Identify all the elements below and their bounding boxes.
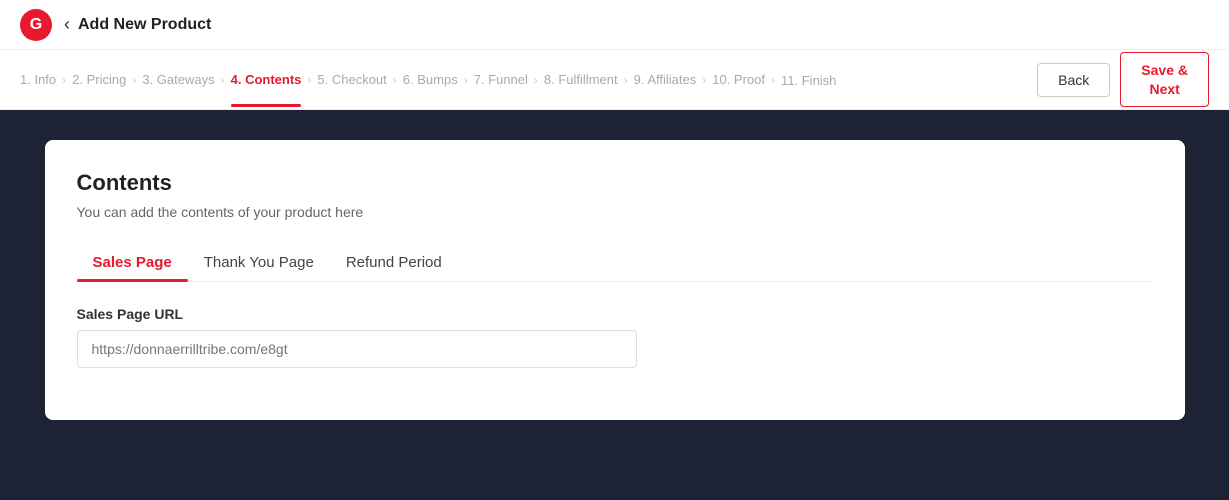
card-title: Contents (77, 170, 1153, 196)
steps-list: 1. Info › 2. Pricing › 3. Gateways › 4. … (20, 71, 836, 88)
chevron-icon-4: › (307, 73, 311, 87)
chevron-icon-2: › (132, 73, 136, 87)
step-gateways[interactable]: 3. Gateways (142, 72, 214, 87)
step-finish[interactable]: 11. Finish (781, 73, 836, 88)
chevron-icon-10: › (771, 73, 775, 87)
chevron-icon-5: › (393, 73, 397, 87)
step-nav-actions: Back Save &Next (1037, 52, 1209, 106)
main-content: Contents You can add the contents of you… (0, 110, 1229, 450)
step-proof[interactable]: 10. Proof (712, 72, 765, 87)
save-next-button[interactable]: Save &Next (1120, 52, 1209, 106)
step-affiliates[interactable]: 9. Affiliates (634, 72, 697, 87)
chevron-icon-6: › (464, 73, 468, 87)
logo-icon: G (20, 9, 52, 41)
back-arrow-icon[interactable]: ‹ (64, 14, 70, 35)
step-checkout[interactable]: 5. Checkout (317, 72, 386, 87)
chevron-icon-8: › (624, 73, 628, 87)
tab-refund-period[interactable]: Refund Period (330, 244, 458, 281)
page-title: Add New Product (78, 16, 211, 34)
step-pricing[interactable]: 2. Pricing (72, 72, 126, 87)
topbar: G ‹ Add New Product (0, 0, 1229, 50)
tab-sales-page[interactable]: Sales Page (77, 244, 188, 281)
field-label-sales-page-url: Sales Page URL (77, 306, 1153, 322)
chevron-icon-1: › (62, 73, 66, 87)
card-subtitle: You can add the contents of your product… (77, 204, 1153, 220)
sales-page-url-field: Sales Page URL (77, 306, 1153, 368)
chevron-icon-3: › (221, 73, 225, 87)
step-info[interactable]: 1. Info (20, 72, 56, 87)
tab-thank-you-page[interactable]: Thank You Page (188, 244, 330, 281)
content-tabs: Sales Page Thank You Page Refund Period (77, 244, 1153, 282)
step-bumps[interactable]: 6. Bumps (403, 72, 458, 87)
chevron-icon-9: › (702, 73, 706, 87)
step-fulfillment[interactable]: 8. Fulfillment (544, 72, 618, 87)
chevron-icon-7: › (534, 73, 538, 87)
back-button[interactable]: Back (1037, 63, 1110, 97)
step-nav: 1. Info › 2. Pricing › 3. Gateways › 4. … (0, 50, 1229, 110)
step-contents[interactable]: 4. Contents (231, 72, 302, 87)
contents-card: Contents You can add the contents of you… (45, 140, 1185, 420)
sales-page-url-input[interactable] (77, 330, 637, 368)
step-funnel[interactable]: 7. Funnel (474, 72, 528, 87)
